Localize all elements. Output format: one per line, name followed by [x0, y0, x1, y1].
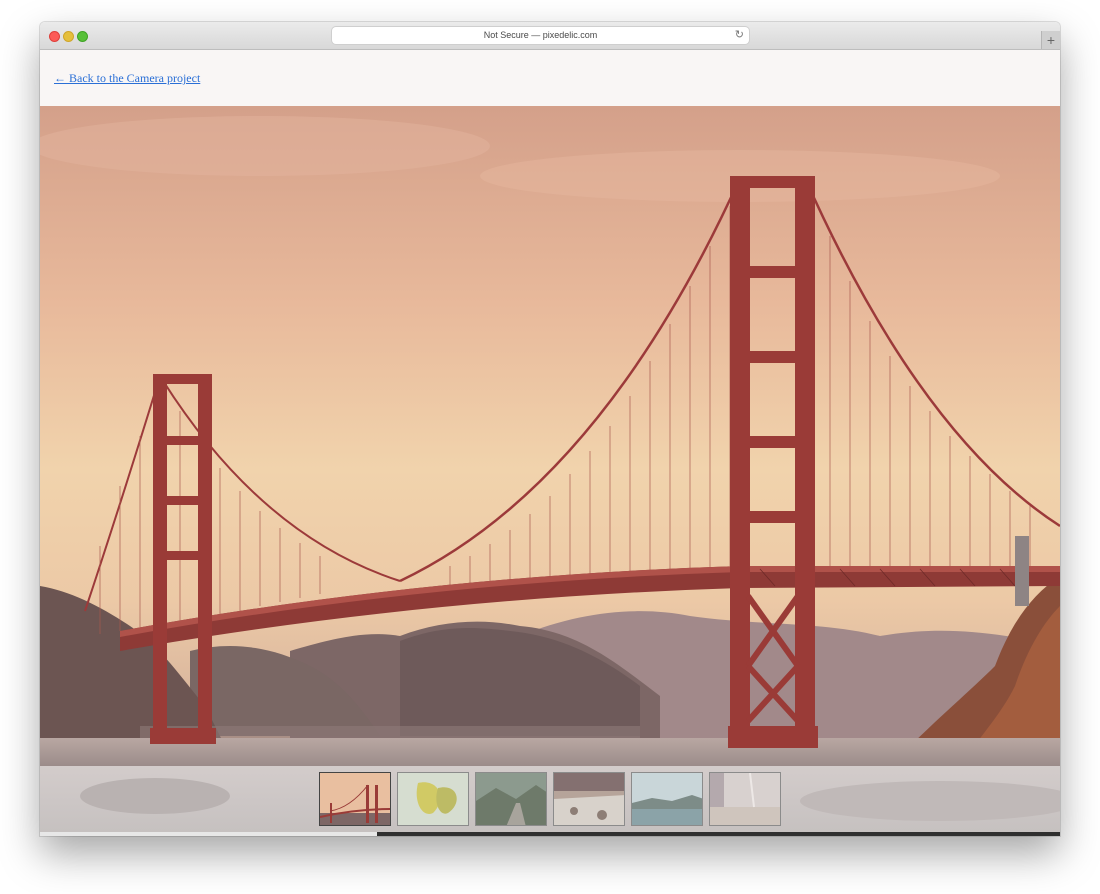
slideshow-stage[interactable]: [40, 106, 1060, 766]
title-bar: Not Secure — pixedelic.com ↻ +: [40, 22, 1060, 50]
maximize-window-button[interactable]: [77, 31, 88, 42]
plus-icon: +: [1046, 32, 1056, 48]
close-window-button[interactable]: [49, 31, 60, 42]
page-header: ← Back to the Camera project: [40, 50, 1060, 106]
thumb-misty-field[interactable]: [709, 772, 781, 826]
thumb-golden-gate-bridge[interactable]: [319, 772, 391, 826]
thumb-lake-shore[interactable]: [631, 772, 703, 826]
thumbnail-strip-background: [80, 778, 1060, 821]
golden-gate-bridge-photo: [40, 106, 1060, 766]
address-text: Not Secure — pixedelic.com: [483, 30, 598, 40]
slide-progress-fill: [40, 832, 377, 836]
thumbnail-strip: [40, 766, 1060, 832]
minimize-window-button[interactable]: [63, 31, 74, 42]
browser-window: Not Secure — pixedelic.com ↻ + ← Back to…: [40, 22, 1060, 836]
thumb-rocky-coast[interactable]: [553, 772, 625, 826]
new-tab-button[interactable]: +: [1041, 31, 1060, 49]
thumb-yellow-leaves[interactable]: [397, 772, 469, 826]
thumb-mountain-road[interactable]: [475, 772, 547, 826]
address-bar[interactable]: Not Secure — pixedelic.com ↻: [332, 27, 749, 44]
slide-progress-bar: [40, 832, 1060, 836]
back-to-project-link[interactable]: ← Back to the Camera project: [54, 71, 200, 86]
reload-icon[interactable]: ↻: [735, 27, 744, 44]
